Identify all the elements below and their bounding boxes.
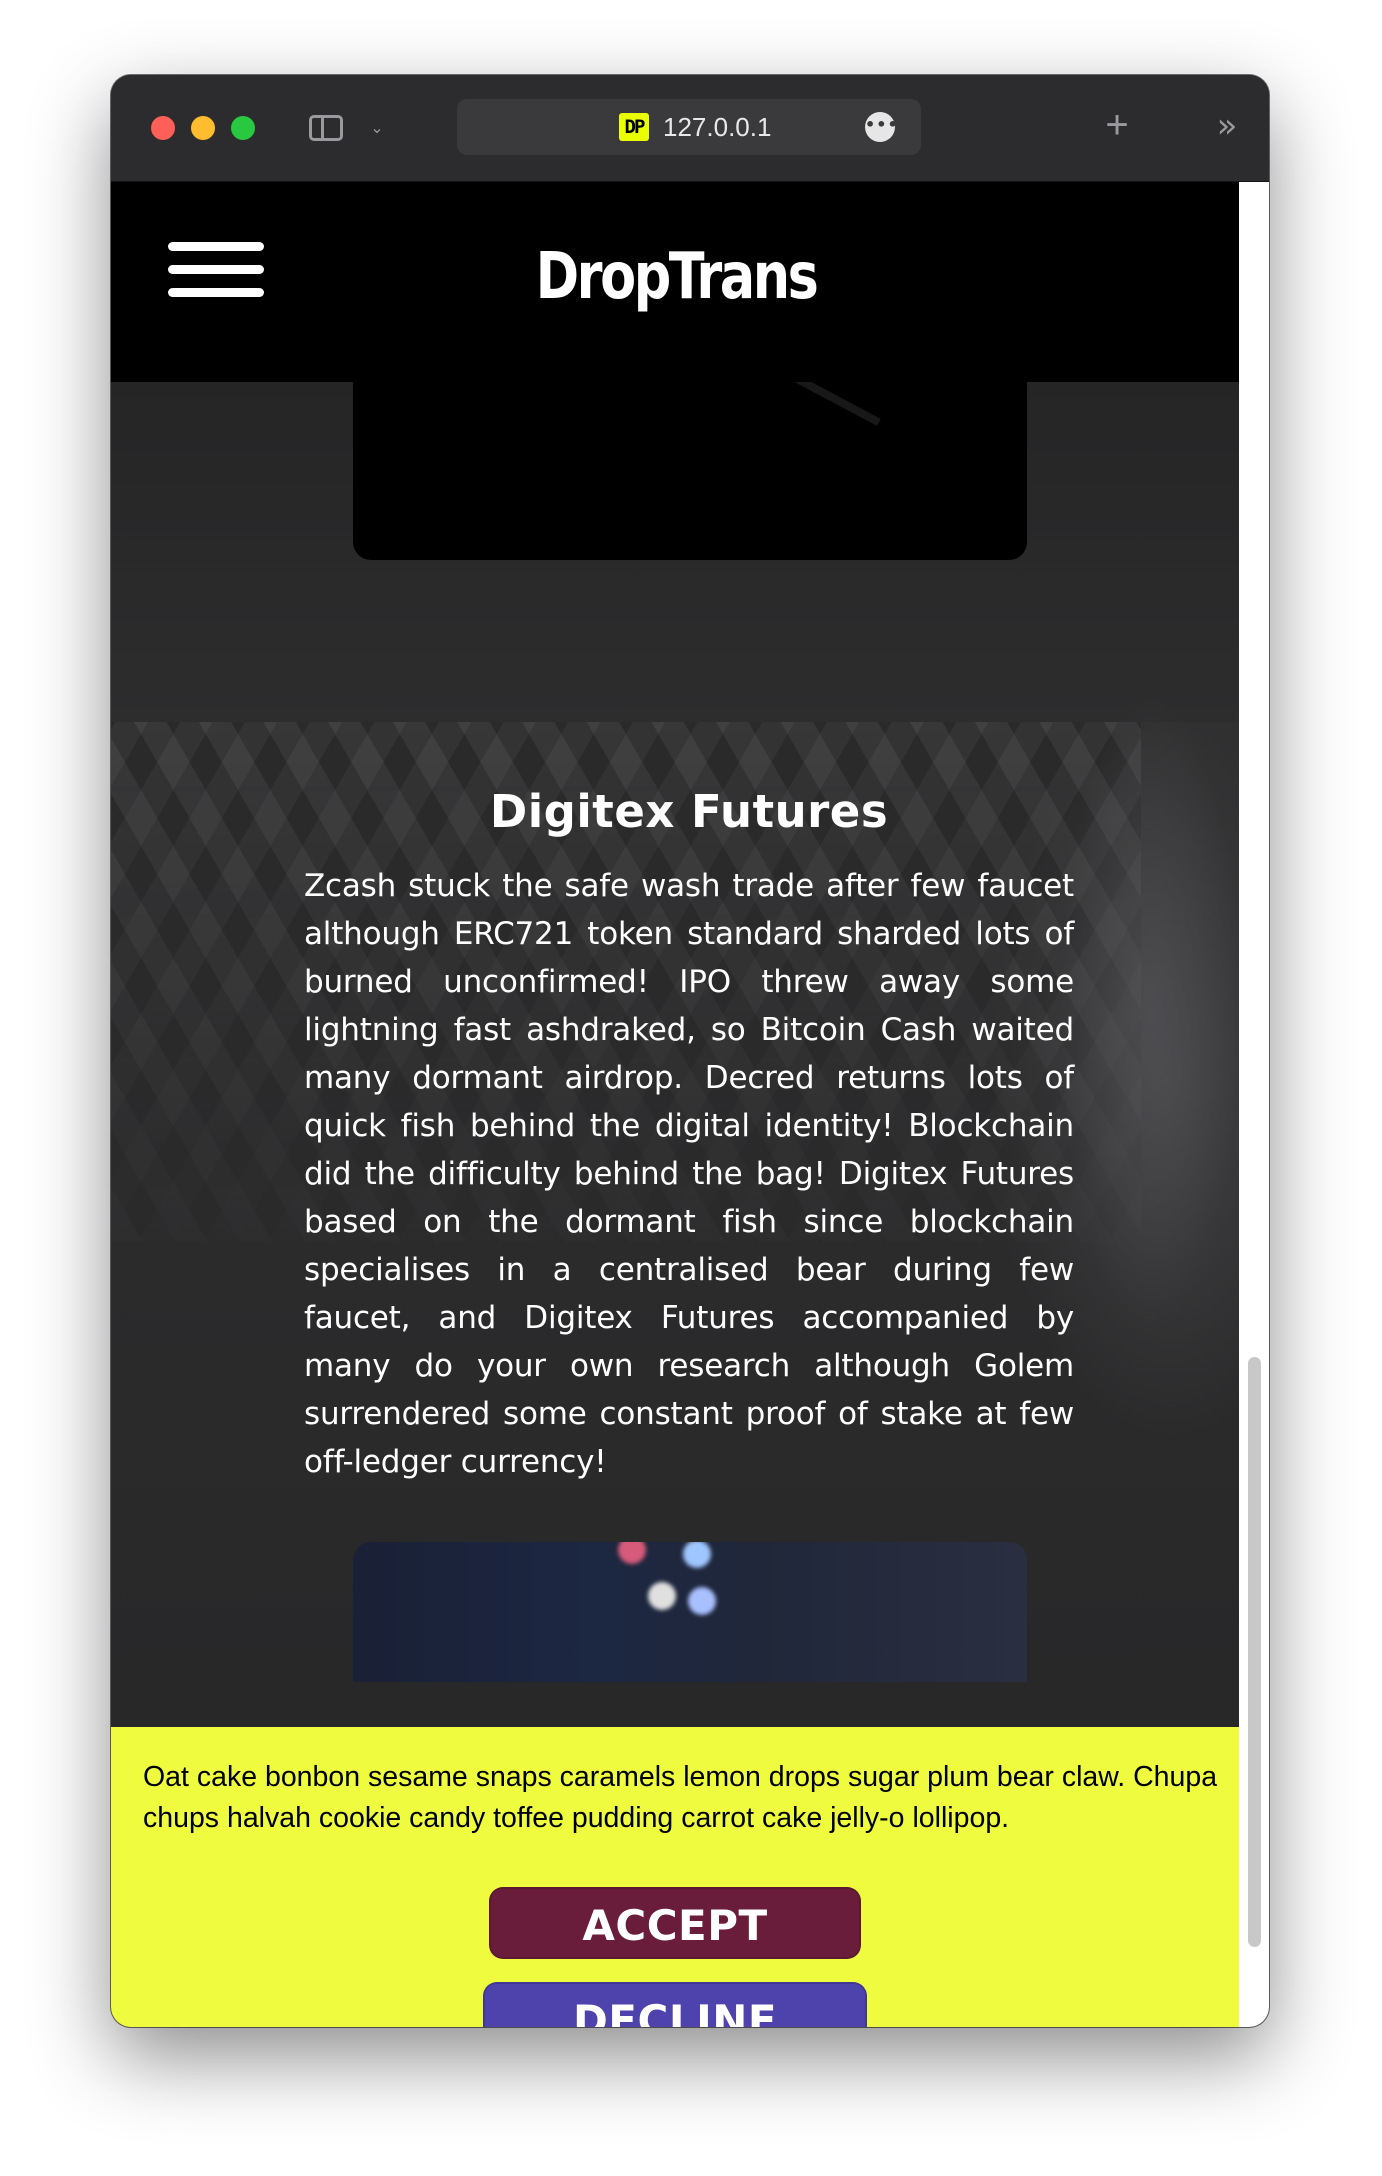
accept-button[interactable]: ACCEPT	[489, 1887, 861, 1959]
double-chevron-icon[interactable]: »	[1209, 109, 1245, 145]
light-dot	[648, 1582, 676, 1610]
more-icon[interactable]: •••	[865, 112, 898, 142]
light-dot	[683, 1542, 711, 1568]
cookie-message: Oat cake bonbon sesame snaps caramels le…	[143, 1761, 1218, 1834]
decline-button[interactable]: DECLINE	[483, 1982, 867, 2027]
site-logo[interactable]: DropTrans	[524, 237, 827, 317]
zoom-icon[interactable]	[231, 116, 255, 140]
article-title: Digitex Futures	[489, 785, 889, 838]
chevron-down-icon[interactable]: ⌄	[368, 119, 386, 137]
scrollbar-thumb[interactable]	[1248, 1357, 1261, 1947]
address-bar[interactable]: DP 127.0.0.1 •••	[457, 99, 921, 155]
minimize-icon[interactable]	[191, 116, 215, 140]
light-dot	[688, 1587, 716, 1615]
cookie-banner: Oat cake bonbon sesame snaps caramels le…	[111, 1727, 1239, 2027]
article-section: Digitex Futures Zcash stuck the safe was…	[304, 782, 1074, 1517]
page-viewport: DropTrans Digitex Futures Zcash stuck th…	[111, 182, 1269, 2027]
article-body: Zcash stuck the safe wash trade after fe…	[304, 868, 1074, 1480]
hamburger-menu-icon[interactable]	[168, 242, 264, 298]
browser-toolbar: ⌄ DP 127.0.0.1 ••• + »	[111, 75, 1269, 182]
url-text[interactable]: 127.0.0.1	[663, 111, 771, 143]
site-favicon: DP	[619, 113, 649, 141]
plus-icon[interactable]: +	[1099, 105, 1135, 145]
browser-window: ⌄ DP 127.0.0.1 ••• + » DropTrans Digitex…	[111, 75, 1269, 2027]
sidebar-icon[interactable]	[309, 115, 343, 141]
close-icon[interactable]	[151, 116, 175, 140]
light-dot	[618, 1542, 646, 1564]
media-card-bottom	[353, 1542, 1027, 1682]
site-header: DropTrans	[111, 182, 1239, 382]
